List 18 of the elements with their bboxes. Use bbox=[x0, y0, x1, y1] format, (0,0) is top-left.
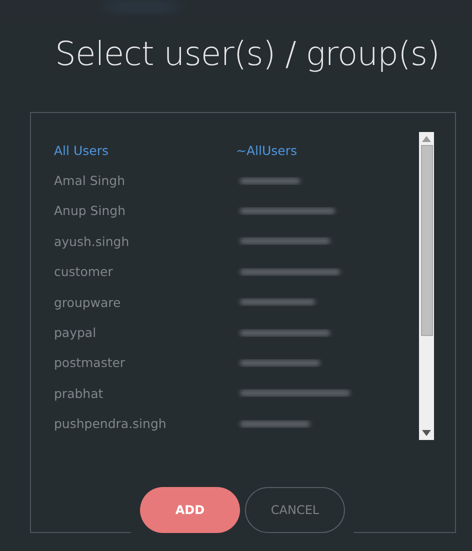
user-name[interactable]: paypal bbox=[31, 325, 236, 340]
user-name[interactable]: ayush.singh bbox=[31, 234, 236, 249]
add-button[interactable]: ADD bbox=[140, 487, 240, 533]
user-name[interactable]: All Users bbox=[31, 142, 236, 158]
user-name[interactable]: prabhat bbox=[31, 386, 236, 401]
scroll-thumb[interactable] bbox=[420, 145, 432, 336]
user-name[interactable]: Anup Singh bbox=[31, 203, 236, 218]
cancel-button[interactable]: CANCEL bbox=[245, 487, 345, 533]
user-name[interactable]: groupware bbox=[31, 294, 236, 310]
dialog-title: Select user(s) / group(s) bbox=[55, 33, 440, 75]
user-name[interactable]: pushpendra.singh bbox=[31, 416, 236, 432]
scroll-up-icon[interactable] bbox=[422, 136, 431, 142]
scroll-down-icon[interactable] bbox=[422, 430, 431, 436]
user-name[interactable]: postmaster bbox=[31, 355, 236, 370]
user-email: ~AllUsers bbox=[236, 142, 297, 158]
user-name[interactable]: Amal Singh bbox=[31, 173, 236, 188]
scrollbar[interactable] bbox=[419, 132, 434, 440]
user-name[interactable]: customer bbox=[31, 264, 236, 280]
